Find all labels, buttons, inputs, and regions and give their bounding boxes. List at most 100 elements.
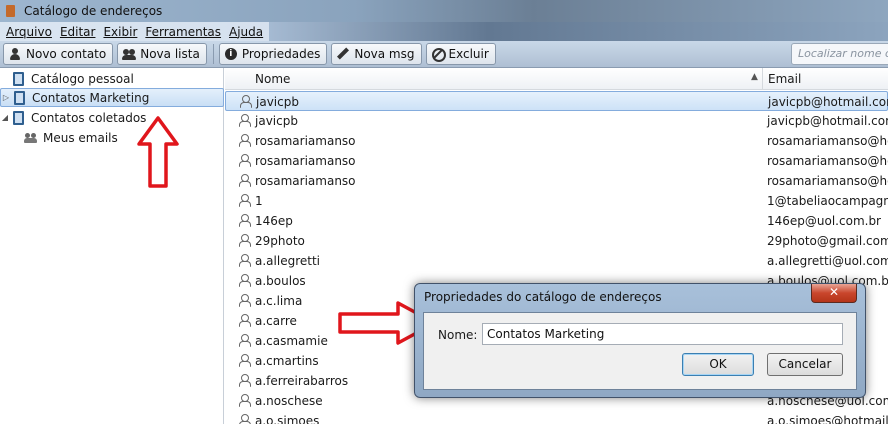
contact-name: javicpb (255, 114, 298, 128)
properties-button[interactable]: Propriedades (218, 43, 328, 65)
contact-icon (238, 294, 251, 307)
contact-name: rosamariamanso (255, 134, 356, 148)
address-book-icon (12, 110, 26, 125)
contact-name: rosamariamanso (255, 174, 356, 188)
mailing-list-icon (24, 131, 38, 145)
contact-name: 29photo (255, 234, 305, 248)
delete-button[interactable]: Excluir (425, 43, 496, 65)
close-button[interactable]: ✕ (811, 284, 857, 303)
tree-item-meus-emails[interactable]: Meus emails (0, 128, 224, 147)
table-row[interactable]: 146ep 146ep@uol.com.br (225, 211, 888, 231)
no-entry-icon (431, 47, 446, 62)
contact-email: rosamariamanso@hot (767, 134, 888, 148)
menu-group: Arquivo Editar Exibir Ferramentas Ajuda (0, 22, 270, 41)
new-contact-label: Novo contato (26, 47, 107, 61)
expand-arrow-icon[interactable]: ▷ (1, 93, 11, 102)
name-label: Nome: (438, 328, 478, 342)
contact-name: a.c.lima (255, 294, 303, 308)
column-separator[interactable] (762, 68, 763, 90)
list-header: Nome ▲ Email (225, 68, 888, 90)
tree-item-contatos-marketing[interactable]: ▷ Contatos Marketing (0, 88, 224, 107)
person-icon (8, 47, 22, 61)
sort-ascending-icon: ▲ (751, 72, 758, 82)
toolbar: Novo contato Nova lista Propriedades Nov… (0, 41, 888, 68)
menu-editar[interactable]: Editar (56, 25, 100, 39)
contact-icon (238, 254, 251, 267)
contact-email: 29photo@gmail.com (767, 234, 888, 248)
menu-ajuda[interactable]: Ajuda (225, 25, 267, 39)
column-header-email[interactable]: Email (768, 72, 801, 86)
ok-button[interactable]: OK (682, 353, 754, 376)
toolbar-separator (212, 44, 214, 64)
tree-item-label: Contatos coletados (31, 110, 147, 125)
contact-email: javicpb@hotmail.com (768, 95, 888, 109)
window-title: Catálogo de endereços (24, 4, 163, 18)
contact-icon (238, 274, 251, 287)
table-row[interactable]: 1 1@tabeliaocampagnol (225, 191, 888, 211)
address-book-app-icon (4, 4, 18, 18)
contact-name: rosamariamanso (255, 154, 356, 168)
contact-icon (238, 154, 251, 167)
menu-arquivo[interactable]: Arquivo (2, 25, 56, 39)
table-row[interactable]: a.o.simoes a.o.simoes@hotmail.com (225, 411, 888, 424)
address-book-icon (13, 90, 27, 105)
title-bar: Catálogo de endereços (0, 0, 888, 22)
contact-name: a.o.simoes (255, 414, 320, 424)
new-list-label: Nova lista (140, 47, 200, 61)
contact-icon (238, 234, 251, 247)
new-message-label: Nova msg (354, 47, 415, 61)
tree-item-label: Meus emails (43, 130, 118, 145)
address-book-icon (12, 71, 26, 86)
tree-item-catalogo-pessoal[interactable]: Catálogo pessoal (0, 69, 224, 88)
collapse-arrow-icon[interactable]: ◢ (0, 113, 10, 122)
table-row[interactable]: javicpb javicpb@hotmail.com (225, 91, 888, 111)
contact-icon (238, 114, 251, 127)
table-row[interactable]: rosamariamanso rosamariamanso@hot (225, 171, 888, 191)
close-icon: ✕ (828, 285, 840, 299)
new-contact-button[interactable]: Novo contato (3, 43, 114, 65)
delete-label: Excluir (448, 47, 489, 61)
contact-name: 146ep (255, 214, 293, 228)
menu-ferramentas[interactable]: Ferramentas (141, 25, 225, 39)
contact-name: 1 (255, 194, 263, 208)
contact-email: a.o.simoes@hotmail.com (767, 414, 888, 424)
contact-icon (238, 314, 251, 327)
tree-item-contatos-coletados[interactable]: ◢ Contatos coletados (0, 108, 224, 127)
contact-name: a.noschese (255, 394, 323, 408)
contact-icon (238, 414, 251, 424)
name-field[interactable] (482, 323, 843, 345)
contact-name: a.casmamie (255, 334, 328, 348)
contact-icon (238, 374, 251, 387)
contact-icon (238, 334, 251, 347)
column-header-name[interactable]: Nome (255, 72, 290, 86)
contact-email: 1@tabeliaocampagnol (767, 194, 888, 208)
contact-icon (238, 214, 251, 227)
contact-icon (239, 95, 252, 108)
menu-bar: Arquivo Editar Exibir Ferramentas Ajuda (0, 22, 888, 41)
contact-icon (238, 354, 251, 367)
table-row[interactable]: a.allegretti a.allegretti@uol.com.br (225, 251, 888, 271)
annotation-arrow-up (137, 116, 179, 188)
dialog-title: Propriedades do catálogo de endereços (424, 290, 662, 304)
new-list-button[interactable]: Nova lista (117, 43, 207, 65)
contact-name: a.cmartins (255, 354, 319, 368)
table-row[interactable]: rosamariamanso rosamariamanso@hot (225, 151, 888, 171)
tree-item-label: Catálogo pessoal (31, 71, 134, 86)
search-input[interactable]: Localizar nome ou (791, 43, 888, 65)
properties-label: Propriedades (241, 47, 321, 61)
table-row[interactable]: 29photo 29photo@gmail.com (225, 231, 888, 251)
dialog-body: Nome: OK Cancelar (423, 312, 857, 390)
contact-email: rosamariamanso@hot (767, 154, 888, 168)
menu-exibir[interactable]: Exibir (99, 25, 141, 39)
contact-name: a.allegretti (255, 254, 320, 268)
contact-email: javicpb@hotmail.com (767, 114, 888, 128)
table-row[interactable]: javicpb javicpb@hotmail.com (225, 111, 888, 131)
tree-item-label: Contatos Marketing (32, 90, 150, 105)
people-icon (122, 47, 137, 61)
cancel-button[interactable]: Cancelar (767, 353, 843, 376)
table-row[interactable]: rosamariamanso rosamariamanso@hot (225, 131, 888, 151)
contact-email: a.allegretti@uol.com.br (767, 254, 888, 268)
new-message-button[interactable]: Nova msg (331, 43, 422, 65)
contact-name: javicpb (256, 95, 299, 109)
contact-icon (238, 194, 251, 207)
